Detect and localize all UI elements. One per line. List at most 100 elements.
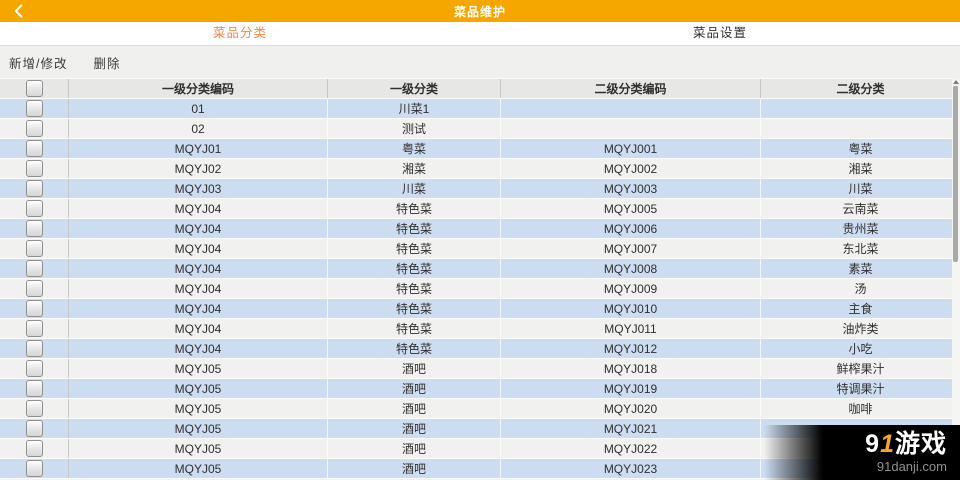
tab-dish-settings[interactable]: 菜品设置 (480, 22, 960, 45)
cell-level2-code: MQYJ011 (500, 319, 760, 338)
cell-level1-name: 特色菜 (327, 279, 500, 298)
cell-level2-name: 鲜榨果汁 (760, 359, 960, 378)
row-checkbox[interactable] (25, 100, 43, 117)
row-checkbox[interactable] (25, 340, 43, 357)
row-checkbox-cell (0, 99, 68, 118)
cell-level2-code: MQYJ009 (500, 279, 760, 298)
cell-level2-name (760, 119, 960, 138)
cell-level1-name: 酒吧 (327, 399, 500, 418)
add-modify-button[interactable]: 新增/修改 (9, 53, 67, 72)
row-checkbox[interactable] (25, 320, 43, 337)
scroll-up-arrow-icon[interactable] (953, 80, 959, 84)
cell-level2-code (500, 119, 760, 138)
table-row[interactable]: MQYJ01 粤菜 MQYJ001 粤菜 (0, 138, 960, 158)
row-checkbox-cell (0, 279, 68, 298)
column-header-level2-name: 二级分类 (760, 79, 960, 98)
cell-level1-code: MQYJ05 (68, 419, 327, 438)
table-row[interactable]: 01 川菜1 (0, 98, 960, 118)
row-checkbox[interactable] (25, 260, 43, 277)
cell-level1-code: MQYJ03 (68, 179, 327, 198)
table-row[interactable]: MQYJ04 特色菜 MQYJ005 云南菜 (0, 198, 960, 218)
watermark-logo: 91游戏 (865, 430, 947, 458)
table-row[interactable]: MQYJ04 特色菜 MQYJ011 油炸类 (0, 318, 960, 338)
row-checkbox[interactable] (25, 200, 43, 217)
cell-level2-code: MQYJ005 (500, 199, 760, 218)
table-row[interactable]: MQYJ02 湘菜 MQYJ002 湘菜 (0, 158, 960, 178)
cell-level1-name: 酒吧 (327, 359, 500, 378)
table-row[interactable]: MQYJ04 特色菜 MQYJ012 小吃 (0, 338, 960, 358)
row-checkbox-cell (0, 119, 68, 138)
row-checkbox[interactable] (25, 360, 43, 377)
delete-button[interactable]: 删除 (93, 53, 120, 72)
cell-level2-code: MQYJ007 (500, 239, 760, 258)
watermark-site-url: 91danji.com (876, 459, 947, 474)
cell-level2-code: MQYJ010 (500, 299, 760, 318)
cell-level2-name: 云南菜 (760, 199, 960, 218)
table-row[interactable]: MQYJ04 特色菜 MQYJ006 贵州菜 (0, 218, 960, 238)
row-checkbox-cell (0, 359, 68, 378)
row-checkbox-cell (0, 459, 68, 478)
scrollbar-thumb[interactable] (953, 86, 958, 262)
cell-level2-name: 湘菜 (760, 159, 960, 178)
row-checkbox-cell (0, 199, 68, 218)
cell-level2-name: 川菜 (760, 179, 960, 198)
table-row[interactable]: 02 测试 (0, 118, 960, 138)
select-all-cell (0, 79, 68, 98)
row-checkbox-cell (0, 139, 68, 158)
cell-level1-code: MQYJ04 (68, 219, 327, 238)
row-checkbox[interactable] (25, 400, 43, 417)
tab-dish-category[interactable]: 菜品分类 (0, 22, 480, 45)
cell-level1-code: MQYJ05 (68, 439, 327, 458)
select-all-checkbox[interactable] (25, 80, 43, 97)
cell-level1-code: 02 (68, 119, 327, 138)
table-row[interactable]: MQYJ04 特色菜 MQYJ010 主食 (0, 298, 960, 318)
cell-level1-code: MQYJ05 (68, 359, 327, 378)
row-checkbox[interactable] (25, 440, 43, 457)
back-chevron-icon (14, 4, 23, 18)
cell-level1-name: 特色菜 (327, 239, 500, 258)
dish-maintenance-window: 菜品维护 菜品分类 菜品设置 新增/修改 删除 一级分类编码 一级分类 二级分类… (0, 0, 960, 480)
cell-level2-name: 东北菜 (760, 239, 960, 258)
cell-level2-code: MQYJ002 (500, 159, 760, 178)
table-row[interactable]: MQYJ03 川菜 MQYJ003 川菜 (0, 178, 960, 198)
row-checkbox[interactable] (25, 160, 43, 177)
table-row[interactable]: MQYJ05 酒吧 MQYJ020 咖啡 (0, 398, 960, 418)
row-checkbox-cell (0, 339, 68, 358)
cell-level1-name: 测试 (327, 119, 500, 138)
cell-level2-name: 贵州菜 (760, 219, 960, 238)
row-checkbox-cell (0, 419, 68, 438)
table-row[interactable]: MQYJ05 酒吧 MQYJ018 鲜榨果汁 (0, 358, 960, 378)
cell-level1-code: MQYJ05 (68, 379, 327, 398)
cell-level1-name: 特色菜 (327, 339, 500, 358)
cell-level1-code: MQYJ05 (68, 399, 327, 418)
row-checkbox[interactable] (25, 460, 43, 477)
row-checkbox-cell (0, 179, 68, 198)
row-checkbox[interactable] (25, 140, 43, 157)
table-row[interactable]: MQYJ04 特色菜 MQYJ008 素菜 (0, 258, 960, 278)
cell-level2-code (500, 99, 760, 118)
page-title: 菜品维护 (453, 4, 506, 19)
row-checkbox-cell (0, 239, 68, 258)
cell-level1-name: 特色菜 (327, 299, 500, 318)
back-button[interactable] (4, 0, 34, 22)
row-checkbox[interactable] (25, 240, 43, 257)
row-checkbox[interactable] (25, 300, 43, 317)
cell-level2-name (760, 99, 960, 118)
cell-level2-code: MQYJ022 (500, 439, 760, 458)
row-checkbox[interactable] (25, 380, 43, 397)
row-checkbox[interactable] (25, 420, 43, 437)
row-checkbox[interactable] (25, 180, 43, 197)
table-row[interactable]: MQYJ05 酒吧 MQYJ019 特调果汁 (0, 378, 960, 398)
cell-level1-code: 01 (68, 99, 327, 118)
row-checkbox[interactable] (25, 280, 43, 297)
tab-bar: 菜品分类 菜品设置 (0, 22, 960, 46)
cell-level1-code: MQYJ02 (68, 159, 327, 178)
row-checkbox[interactable] (25, 120, 43, 137)
cell-level1-name: 特色菜 (327, 199, 500, 218)
row-checkbox[interactable] (25, 220, 43, 237)
cell-level1-name: 特色菜 (327, 259, 500, 278)
table-row[interactable]: MQYJ04 特色菜 MQYJ009 汤 (0, 278, 960, 298)
vertical-scrollbar[interactable] (952, 78, 960, 480)
table-row[interactable]: MQYJ04 特色菜 MQYJ007 东北菜 (0, 238, 960, 258)
column-header-level1-code: 一级分类编码 (68, 79, 327, 98)
